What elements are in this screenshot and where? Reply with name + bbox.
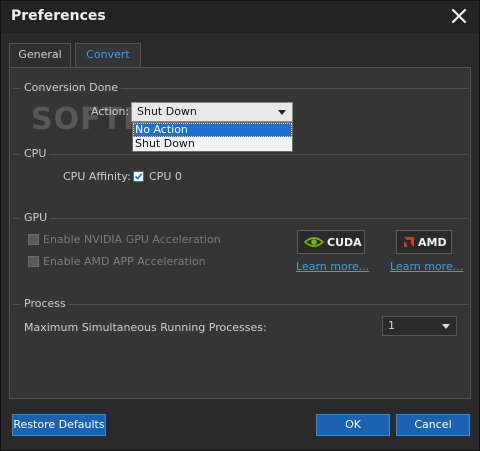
max-processes-label: Maximum Simultaneous Running Processes: [24, 321, 267, 334]
section-gpu: GPU [21, 211, 51, 224]
amd-label: AMD [418, 236, 447, 249]
cuda-learn-more-link[interactable]: Learn more... [296, 260, 369, 273]
max-processes-value: 1 [388, 319, 395, 332]
section-process: Process [21, 297, 69, 310]
chevron-down-icon [278, 110, 286, 115]
amd-logo-icon [402, 235, 416, 252]
cpu0-label: CPU 0 [149, 170, 182, 183]
dropdown-option-no-action[interactable]: No Action [133, 123, 292, 137]
ok-button[interactable]: OK [316, 414, 390, 436]
amd-acceleration-checkbox[interactable] [28, 256, 39, 267]
amd-button[interactable]: AMD [396, 230, 452, 254]
action-label: Action: [91, 105, 130, 118]
preferences-window: Preferences General Convert Conversion D… [0, 0, 480, 451]
section-divider [13, 304, 469, 305]
amd-acceleration-label: Enable AMD APP Acceleration [43, 255, 206, 268]
window-title: Preferences [11, 8, 106, 24]
cpu0-checkbox[interactable] [133, 171, 144, 182]
cancel-button[interactable]: Cancel [396, 414, 470, 436]
tab-convert[interactable]: Convert [75, 43, 141, 68]
section-divider [13, 218, 469, 219]
nvidia-acceleration-checkbox[interactable] [28, 234, 39, 245]
tab-general[interactable]: General [9, 43, 71, 67]
section-divider [13, 154, 469, 155]
action-select-value: Shut Down [137, 105, 197, 118]
cuda-button[interactable]: CUDA [297, 230, 365, 254]
amd-learn-more-link[interactable]: Learn more... [390, 260, 463, 273]
max-processes-select[interactable]: 1 [382, 316, 457, 336]
action-dropdown-list: No Action Shut Down [132, 122, 293, 152]
nvidia-eye-icon [303, 235, 325, 252]
section-conversion-done: Conversion Done [21, 81, 122, 94]
dropdown-option-shut-down[interactable]: Shut Down [133, 137, 292, 151]
cpu-affinity-label: CPU Affinity: [63, 170, 131, 183]
cuda-label: CUDA [327, 236, 362, 249]
section-cpu: CPU [21, 147, 50, 160]
nvidia-acceleration-label: Enable NVIDIA GPU Acceleration [43, 233, 221, 246]
title-bar: Preferences [1, 1, 479, 33]
action-select[interactable]: Shut Down [131, 102, 293, 122]
close-icon[interactable] [449, 6, 469, 26]
restore-defaults-button[interactable]: Restore Defaults [12, 414, 106, 436]
chevron-down-icon [442, 324, 450, 329]
